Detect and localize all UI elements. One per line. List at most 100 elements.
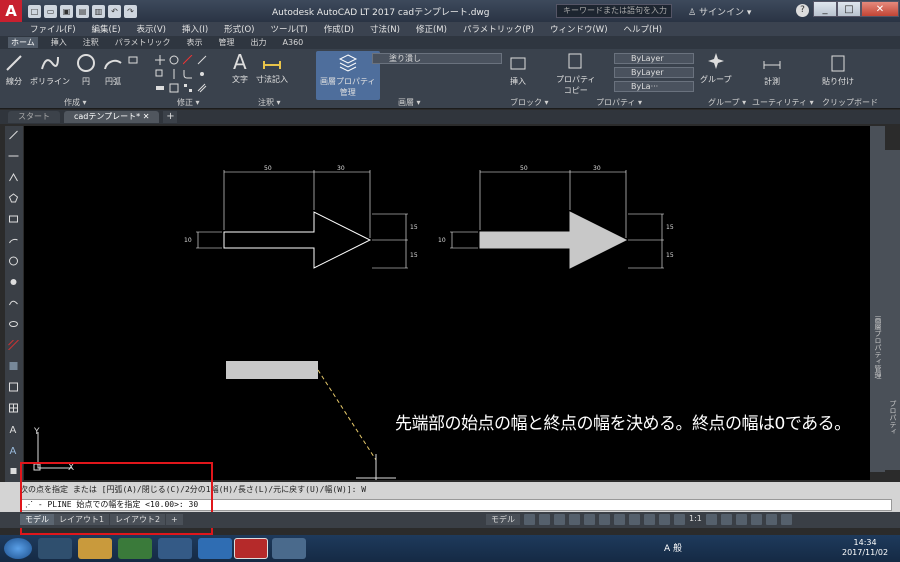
annotation-visibility-icon[interactable] bbox=[659, 514, 670, 525]
rectangle-icon[interactable] bbox=[128, 55, 138, 65]
internet-explorer-icon[interactable] bbox=[198, 538, 232, 559]
insert-tool-icon[interactable] bbox=[8, 466, 19, 476]
filled-arrow[interactable] bbox=[479, 211, 628, 269]
lineweight-icon[interactable] bbox=[629, 514, 640, 525]
undo-icon[interactable]: ↶ bbox=[108, 4, 121, 18]
tab-home[interactable]: ホーム bbox=[8, 37, 38, 48]
annotation-monitor-icon[interactable] bbox=[720, 514, 732, 525]
move-icon[interactable] bbox=[155, 55, 165, 65]
measure-button[interactable]: 計測 bbox=[762, 53, 782, 87]
keyword-search-input[interactable]: キーワードまたは語句を入力 bbox=[556, 4, 672, 18]
new-file-icon[interactable]: □ bbox=[28, 4, 41, 18]
draw-panel-label[interactable]: 作成 ▾ bbox=[64, 97, 87, 108]
file-tab-start[interactable]: スタート bbox=[8, 111, 60, 123]
paint-icon[interactable] bbox=[272, 538, 306, 559]
explode-icon[interactable] bbox=[197, 69, 207, 79]
menu-insert[interactable]: 挿入(I) bbox=[182, 23, 208, 35]
tab-add-layout[interactable]: + bbox=[166, 514, 183, 525]
thunderbird-icon[interactable] bbox=[158, 538, 192, 559]
clean-screen-icon[interactable] bbox=[765, 514, 777, 525]
model-space-button[interactable]: モデル bbox=[486, 514, 520, 525]
save-as-icon[interactable]: ▤ bbox=[76, 4, 89, 18]
tab-manage[interactable]: 管理 bbox=[216, 37, 238, 48]
file-tab-active[interactable]: cadテンプレート* ✕ bbox=[64, 111, 160, 123]
groups-panel-label[interactable]: グループ ▾ bbox=[708, 97, 746, 108]
menu-help[interactable]: ヘルプ(H) bbox=[624, 23, 663, 35]
circle-tool-icon[interactable] bbox=[8, 256, 19, 266]
tab-model[interactable]: モデル bbox=[20, 514, 54, 525]
autocad-logo-button[interactable]: A bbox=[0, 0, 22, 22]
mirror-icon[interactable] bbox=[169, 69, 179, 79]
polygon-tool-icon[interactable] bbox=[8, 193, 19, 203]
line-tool-icon[interactable] bbox=[8, 130, 19, 140]
revcloud-tool-icon[interactable] bbox=[8, 277, 19, 287]
polar-icon[interactable] bbox=[569, 514, 580, 525]
object-snap-icon[interactable] bbox=[614, 514, 625, 525]
tab-output[interactable]: 出力 bbox=[248, 37, 270, 48]
group-button[interactable]: グループ bbox=[700, 51, 732, 85]
tab-a360[interactable]: A360 bbox=[280, 38, 307, 47]
menu-view[interactable]: 表示(V) bbox=[137, 23, 166, 35]
object-snap-tracking-icon[interactable] bbox=[599, 514, 610, 525]
workspace-gear-icon[interactable] bbox=[705, 514, 717, 525]
rotate-icon[interactable] bbox=[169, 55, 179, 65]
menu-format[interactable]: 形式(O) bbox=[224, 23, 254, 35]
outline-arrow[interactable] bbox=[223, 211, 372, 269]
close-button[interactable]: ✕ bbox=[861, 1, 899, 17]
ime-indicator[interactable]: A 般 bbox=[664, 541, 682, 554]
menu-window[interactable]: ウィンドウ(W) bbox=[550, 23, 608, 35]
table-tool-icon[interactable] bbox=[8, 403, 19, 413]
tab-insert[interactable]: 挿入 bbox=[48, 37, 70, 48]
layer-dropdown[interactable]: 塗り潰し bbox=[372, 53, 502, 64]
layer-properties-button[interactable]: 画層プロパティ 管理 bbox=[316, 51, 380, 100]
close-tab-icon[interactable]: ✕ bbox=[143, 112, 150, 121]
tab-layout2[interactable]: レイアウト2 bbox=[110, 514, 166, 525]
ellipse-tool-icon[interactable] bbox=[8, 319, 19, 329]
layer-properties-palette[interactable]: 画層プロパティ管理 bbox=[870, 126, 885, 472]
color-dropdown[interactable]: ByLayer bbox=[614, 53, 694, 64]
system-clock[interactable]: 14:34 2017/11/02 bbox=[842, 538, 888, 558]
stretch-icon[interactable] bbox=[155, 83, 165, 93]
block-panel-label[interactable]: ブロック ▾ bbox=[510, 97, 549, 108]
start-button-icon[interactable] bbox=[4, 538, 32, 559]
rectangle-tool-icon[interactable] bbox=[8, 214, 19, 224]
line-button[interactable]: 線分 bbox=[4, 53, 24, 87]
menu-modify[interactable]: 修正(M) bbox=[416, 23, 447, 35]
tab-layout1[interactable]: レイアウト1 bbox=[54, 514, 110, 525]
offset-icon[interactable] bbox=[197, 83, 207, 93]
insert-block-button[interactable]: 挿入 bbox=[508, 53, 528, 87]
array-icon[interactable] bbox=[183, 83, 193, 93]
scale-icon[interactable] bbox=[169, 83, 179, 93]
save-icon[interactable]: ▣ bbox=[60, 4, 73, 18]
signin-button[interactable]: ♙ サインイン ▾ bbox=[688, 5, 751, 18]
isodraft-icon[interactable] bbox=[584, 514, 595, 525]
redo-icon[interactable]: ↷ bbox=[124, 4, 137, 18]
gradient-tool-icon[interactable] bbox=[8, 361, 19, 371]
ortho-icon[interactable] bbox=[554, 514, 565, 525]
annotation-panel-label[interactable]: 注釈 ▾ bbox=[258, 97, 281, 108]
menu-tools[interactable]: ツール(T) bbox=[270, 23, 307, 35]
match-properties-button[interactable]: プロパティ コピー bbox=[556, 51, 596, 96]
trim-icon[interactable] bbox=[183, 55, 193, 65]
print-icon[interactable]: ▥ bbox=[92, 4, 105, 18]
properties-palette[interactable]: プロパティ bbox=[885, 150, 900, 470]
circle-button[interactable]: 円 bbox=[76, 53, 96, 87]
wide-polyline-segment[interactable] bbox=[226, 361, 318, 379]
tab-view[interactable]: 表示 bbox=[184, 37, 206, 48]
hardware-acceleration-icon[interactable] bbox=[750, 514, 762, 525]
xline-tool-icon[interactable] bbox=[8, 151, 19, 161]
maximize-button[interactable]: □ bbox=[837, 1, 861, 17]
auto-scale-icon[interactable] bbox=[674, 514, 685, 525]
chrome-icon[interactable] bbox=[118, 538, 152, 559]
media-player-icon[interactable] bbox=[38, 538, 72, 559]
new-tab-button[interactable]: + bbox=[163, 111, 178, 123]
spline-tool-icon[interactable] bbox=[8, 298, 19, 308]
text-tool-icon[interactable]: A bbox=[8, 445, 19, 457]
annotation-scale[interactable]: 1:1 bbox=[689, 514, 702, 525]
grid-icon[interactable] bbox=[524, 514, 535, 525]
fillet-icon[interactable] bbox=[183, 69, 193, 79]
arc-tool-icon[interactable] bbox=[8, 235, 19, 245]
copy-icon[interactable] bbox=[155, 69, 165, 79]
tab-annotate[interactable]: 注釈 bbox=[80, 37, 102, 48]
region-tool-icon[interactable] bbox=[8, 382, 19, 392]
